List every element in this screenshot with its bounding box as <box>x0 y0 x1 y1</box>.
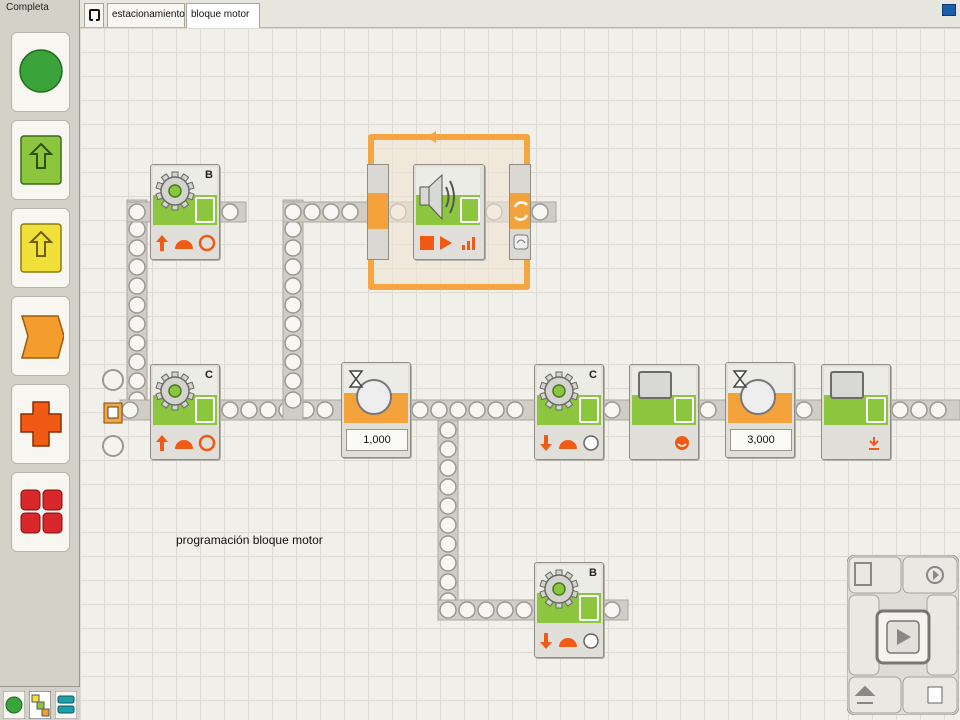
motor-gear-icon <box>155 171 195 211</box>
palette-tabs <box>0 686 80 720</box>
motor-settings-icons <box>540 435 599 451</box>
action-icon <box>20 135 62 185</box>
custom-palette-tab-icon[interactable] <box>55 691 77 719</box>
motor-gear-icon <box>155 371 195 411</box>
loop-arrow-icon <box>426 131 462 143</box>
advanced-grid-icon <box>20 489 63 534</box>
motor-port-label: B <box>205 169 213 181</box>
palette-flow-button[interactable] <box>11 296 70 376</box>
motor-c-block[interactable]: C <box>150 364 220 460</box>
common-palette-tab-icon[interactable] <box>3 691 25 719</box>
tab-estacionamiento[interactable]: estacionamiento <box>107 3 185 27</box>
speaker-icon <box>419 173 455 221</box>
flow-icon <box>20 315 64 359</box>
display-reset-icon <box>869 437 879 450</box>
display-block-1[interactable] <box>629 364 699 460</box>
motor-gear-icon <box>539 371 579 411</box>
motor-settings-icons <box>156 234 216 252</box>
sound-settings-icons <box>420 236 475 250</box>
motor-settings-icons <box>156 434 216 452</box>
loop-right-end[interactable] <box>509 164 531 260</box>
download-selected-button <box>902 556 958 594</box>
loop-left-end[interactable] <box>367 164 389 260</box>
wait-value: 3,000 <box>730 429 792 451</box>
home-icon <box>89 9 100 21</box>
home-tab-button[interactable] <box>84 3 104 27</box>
tab-bloque-motor[interactable]: bloque motor <box>186 3 260 29</box>
loop-forever-icon <box>513 234 529 250</box>
palette-sensor-button[interactable] <box>11 208 70 288</box>
motor-b-block-top[interactable]: B <box>150 164 220 260</box>
motor-port-label: C <box>205 369 213 381</box>
sensor-icon <box>20 223 62 273</box>
palette-header: Completa <box>6 2 49 13</box>
motor-settings-icons <box>540 633 599 649</box>
palette-advanced-button[interactable] <box>11 472 70 552</box>
palette-action-button[interactable] <box>11 120 70 200</box>
hourglass-timer-icon <box>348 370 392 415</box>
display-block-2[interactable] <box>821 364 891 460</box>
nxt-controller <box>847 555 959 715</box>
green-circle-icon <box>19 49 63 93</box>
motor-c-block-2[interactable]: C <box>534 364 604 460</box>
hourglass-timer-icon <box>732 370 776 415</box>
display-image-icon <box>675 436 689 450</box>
complete-palette-tab-icon[interactable] <box>29 691 51 719</box>
palette-data-button[interactable] <box>11 384 70 464</box>
block-palette: Completa <box>0 0 80 720</box>
motor-port-label: B <box>589 567 597 579</box>
display-screen-icon <box>638 371 672 399</box>
wait-time-block-1[interactable]: 1,000 <box>341 362 411 458</box>
palette-common-start-button[interactable] <box>11 32 70 112</box>
program-start-point[interactable] <box>101 368 127 460</box>
close-icon[interactable] <box>942 4 956 16</box>
data-plus-icon <box>20 401 62 447</box>
program-comment[interactable]: programación bloque motor <box>176 533 323 547</box>
display-screen-icon <box>830 371 864 399</box>
wait-value: 1,000 <box>346 429 408 451</box>
program-canvas[interactable]: B C 1,000 C 3,000 B programación bloque … <box>80 28 960 720</box>
sound-block[interactable] <box>413 164 485 260</box>
program-tab-bar: estacionamiento bloque motor <box>80 0 960 29</box>
motor-gear-icon <box>539 569 579 609</box>
wait-time-block-2[interactable]: 3,000 <box>725 362 795 458</box>
loop-repeat-icon <box>513 201 529 221</box>
motor-port-label: C <box>589 369 597 381</box>
motor-b-block-bottom[interactable]: B <box>534 562 604 658</box>
